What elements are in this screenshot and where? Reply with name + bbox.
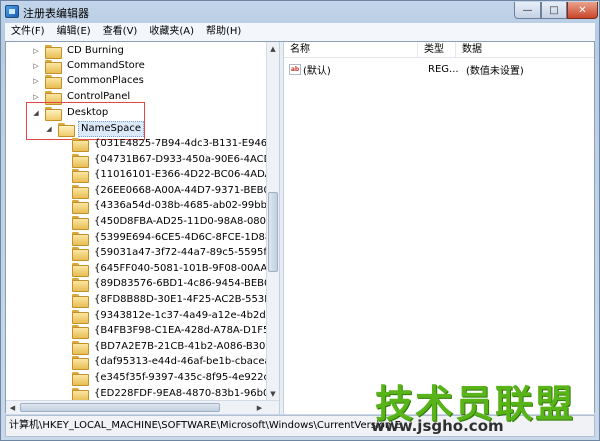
folder-icon bbox=[72, 184, 89, 199]
tree-item-label: {26EE0668-A00A-44D7-9371-BEB064C bbox=[94, 184, 266, 196]
column-header-name[interactable]: 名称 bbox=[284, 42, 418, 58]
tree-item-label: {8FD8B88D-30E1-4F25-AC2B-553D3D6 bbox=[94, 294, 266, 305]
tree-item-label: {11016101-E366-4D22-BC06-4ADA335 bbox=[94, 169, 266, 181]
tree-item-label: {5399E694-6CE5-4D6C-8FCE-1D8870F bbox=[94, 231, 266, 243]
tree-item-label: {B4FB3F98-C1EA-428d-A78A-D1F5659 bbox=[94, 325, 266, 337]
folder-icon bbox=[72, 356, 89, 371]
folder-icon bbox=[45, 60, 62, 74]
scroll-left-arrow-icon[interactable]: ◀ bbox=[6, 401, 19, 414]
window-title: 注册表编辑器 bbox=[23, 7, 89, 20]
minimize-button[interactable]: — bbox=[514, 2, 541, 19]
folder-icon bbox=[72, 387, 89, 400]
tree-item-label: {e345f35f-9397-435c-8f95-4e922c2625 bbox=[94, 372, 266, 383]
folder-icon bbox=[72, 153, 89, 168]
tree-horizontal-scrollbar[interactable]: ◀ ▶ bbox=[6, 400, 279, 414]
tree-item-label: {BD7A2E7B-21CB-41b2-A086-B309680 bbox=[94, 340, 266, 352]
folder-icon bbox=[72, 278, 89, 293]
value-data: (数值未设置) bbox=[466, 65, 524, 77]
scroll-thumb[interactable] bbox=[268, 192, 278, 272]
tree-item-label: {645FF040-5081-101B-9F08-00AA002F bbox=[94, 262, 266, 274]
value-type: REG... bbox=[428, 63, 459, 75]
expand-arrow-icon[interactable]: ▷ bbox=[32, 62, 40, 70]
folder-icon bbox=[72, 200, 89, 215]
tree-item-label: {9343812e-1c37-4a49-a12e-4b2d810d bbox=[94, 309, 266, 321]
string-value-icon: ab bbox=[289, 63, 301, 75]
folder-icon bbox=[72, 325, 89, 340]
tree-item-label: CD Burning bbox=[67, 45, 124, 56]
folder-icon bbox=[72, 309, 89, 324]
scroll-right-arrow-icon[interactable]: ▶ bbox=[253, 401, 266, 414]
folder-icon bbox=[72, 138, 89, 152]
menu-view[interactable]: 查看(V) bbox=[97, 23, 144, 41]
regedit-app-icon bbox=[5, 5, 19, 18]
tree-item-label: {59031a47-3f72-44a7-89c5-5595fe6b3 bbox=[94, 247, 266, 259]
tree-item-label: CommonPlaces bbox=[67, 75, 144, 86]
close-button[interactable]: ✕ bbox=[567, 2, 598, 19]
tree-item-label: {04731B67-D933-450a-90E6-4ACD2E9 bbox=[94, 153, 266, 165]
menu-edit[interactable]: 编辑(E) bbox=[51, 23, 97, 41]
key-tree-pane: ▷ CD Burning ▷ CommandStore ▷ CommonPlac… bbox=[6, 42, 266, 400]
folder-icon bbox=[72, 340, 89, 355]
value-row-default[interactable]: ab (默认) REG... (数值未设置) bbox=[284, 61, 594, 77]
expand-arrow-icon[interactable]: ▷ bbox=[32, 77, 40, 85]
menu-file[interactable]: 文件(F) bbox=[5, 23, 51, 41]
scroll-up-arrow-icon[interactable]: ▲ bbox=[267, 42, 279, 55]
tree-item-label: {89D83576-6BD1-4c86-9454-BEB04E9 bbox=[94, 278, 266, 290]
watermark-url: www.jsgho.com bbox=[371, 417, 504, 435]
tree-item-guid-key[interactable]: {ED228FDF-9EA8-4870-83b1-96b02CFE bbox=[72, 385, 266, 400]
tree-item-label: {ED228FDF-9EA8-4870-83b1-96b02CFE bbox=[94, 387, 266, 399]
tree-item-label: {4336a54d-038b-4685-ab02-99bb52d3 bbox=[94, 200, 266, 212]
tree-item-label: {450D8FBA-AD25-11D0-98A8-0800361 bbox=[94, 216, 266, 227]
value-name: (默认) bbox=[303, 65, 331, 77]
tree-item-label: {daf95313-e44d-46af-be1b-cbacea2c3 bbox=[94, 356, 266, 368]
folder-icon bbox=[45, 45, 62, 59]
tree-vertical-scrollbar[interactable]: ▲ ▼ bbox=[266, 42, 279, 400]
folder-icon bbox=[72, 294, 89, 308]
menu-bar: 文件(F) 编辑(E) 查看(V) 收藏夹(A) 帮助(H) bbox=[5, 23, 595, 41]
column-header-data[interactable]: 数据 bbox=[456, 42, 594, 58]
folder-icon bbox=[45, 75, 62, 89]
scroll-down-arrow-icon[interactable]: ▼ bbox=[267, 387, 279, 400]
folder-icon bbox=[72, 262, 89, 277]
maximize-button[interactable]: □ bbox=[541, 2, 567, 19]
expand-arrow-icon[interactable]: ▷ bbox=[32, 93, 40, 101]
values-column-headers: 名称 类型 数据 bbox=[284, 42, 594, 58]
folder-icon bbox=[72, 169, 89, 184]
client-area: ▷ CD Burning ▷ CommandStore ▷ CommonPlac… bbox=[5, 41, 595, 414]
tree-item-label: CommandStore bbox=[67, 60, 145, 71]
regedit-window: 注册表编辑器 — □ ✕ 文件(F) 编辑(E) 查看(V) 收藏夹(A) 帮助… bbox=[0, 0, 600, 441]
folder-icon bbox=[72, 231, 89, 246]
folder-icon bbox=[72, 216, 89, 230]
scroll-thumb[interactable] bbox=[20, 403, 220, 412]
column-header-type[interactable]: 类型 bbox=[418, 42, 456, 58]
values-list-pane: 名称 类型 数据 ab (默认) REG... (数值未设置) bbox=[284, 42, 594, 414]
menu-favorites[interactable]: 收藏夹(A) bbox=[143, 23, 200, 41]
watermark-logo: 技术员联盟 www.jsgho.com bbox=[371, 373, 573, 441]
menu-help[interactable]: 帮助(H) bbox=[200, 23, 247, 41]
tree-item-label: {031E4825-7B94-4dc3-B131-E946B44C bbox=[94, 138, 266, 149]
title-bar[interactable]: 注册表编辑器 — □ ✕ bbox=[1, 1, 599, 23]
folder-icon bbox=[72, 247, 89, 262]
folder-icon bbox=[72, 372, 89, 386]
expand-arrow-icon[interactable]: ▷ bbox=[32, 47, 40, 55]
